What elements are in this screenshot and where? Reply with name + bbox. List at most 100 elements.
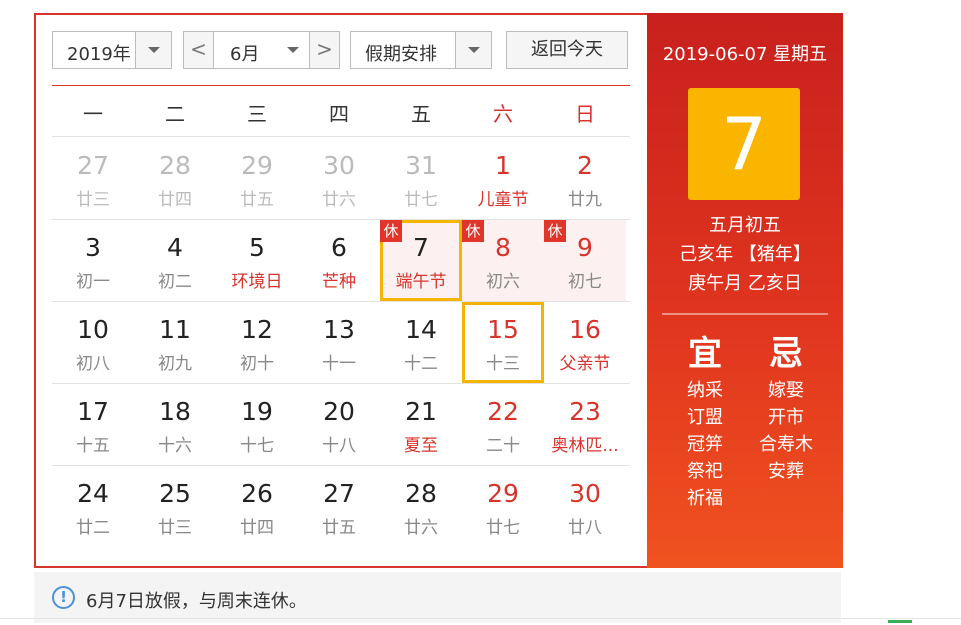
solar-term-label: 芒种 <box>322 272 356 292</box>
day-cell-today[interactable]: 15 十三 <box>462 302 544 383</box>
year-select-value: 2019年 <box>67 44 131 65</box>
month-dropdown-button[interactable] <box>275 32 309 68</box>
day-cell[interactable]: 2 廿九 <box>544 138 626 219</box>
day-cell[interactable]: 28 廿六 <box>380 466 462 547</box>
day-cell-selected[interactable]: 休 7 端午节 <box>380 220 462 301</box>
avoid-item: 开市 <box>768 407 804 428</box>
weekday-tue: 二 <box>165 102 185 126</box>
day-cell[interactable]: 16 父亲节 <box>544 302 626 383</box>
day-detail-panel: 2019-06-07 星期五 7 五月初五 己亥年 【猪年】 庚午月 乙亥日 宜… <box>647 13 843 568</box>
day-number: 15 <box>487 315 519 344</box>
year-dropdown-button[interactable] <box>135 32 171 68</box>
lunar-label: 十二 <box>404 354 438 374</box>
lunar-label: 廿七 <box>486 518 520 538</box>
day-number: 22 <box>487 397 519 426</box>
avoid-item: 安葬 <box>768 461 804 482</box>
year-ganzhi: 己亥年 【猪年】 <box>679 244 811 265</box>
year-select[interactable]: 2019年 <box>52 31 172 69</box>
holiday-note-bar: ! 6月7日放假，与周末连休。 <box>34 572 841 623</box>
day-cell[interactable]: 6 芒种 <box>298 220 380 301</box>
festival-label: 端午节 <box>395 272 447 292</box>
holiday-select-value: 假期安排 <box>365 44 437 65</box>
day-cell[interactable]: 休 9 初七 <box>544 220 626 301</box>
day-cell[interactable]: 10 初八 <box>52 302 134 383</box>
day-number: 21 <box>405 397 437 426</box>
prev-month-button[interactable]: < <box>184 32 214 68</box>
page-divider <box>0 618 961 619</box>
avoid-list: 忌 嫁娶 开市 合寿木 安葬 <box>746 331 826 485</box>
holiday-dropdown-button[interactable] <box>455 32 491 68</box>
festival-label: 儿童节 <box>477 190 529 210</box>
lunar-label: 初六 <box>486 272 520 292</box>
status-indicator <box>888 620 912 623</box>
day-number: 29 <box>241 151 273 180</box>
chevron-down-icon <box>468 47 480 53</box>
day-number: 12 <box>241 315 273 344</box>
lunar-date: 五月初五 <box>709 215 781 236</box>
day-cell[interactable]: 19 十七 <box>216 384 298 465</box>
day-number: 24 <box>77 479 109 508</box>
day-number: 29 <box>487 479 519 508</box>
weekday-wed: 三 <box>247 102 267 126</box>
weekday-thu: 四 <box>329 102 349 126</box>
day-number: 3 <box>85 233 101 262</box>
day-number: 10 <box>77 315 109 344</box>
suitable-item: 祭祀 <box>687 461 723 482</box>
festival-label: 父亲节 <box>559 354 611 374</box>
day-cell[interactable]: 休 8 初六 <box>462 220 544 301</box>
day-cell[interactable]: 18 十六 <box>134 384 216 465</box>
day-cell[interactable]: 31 廿七 <box>380 138 462 219</box>
day-cell[interactable]: 27 廿五 <box>298 466 380 547</box>
day-cell[interactable]: 13 十一 <box>298 302 380 383</box>
week-row: 24 廿二 25 廿三 26 廿四 27 廿五 28 廿六 29 廿七 30 廿八 <box>52 466 630 548</box>
day-number: 28 <box>405 479 437 508</box>
day-number: 30 <box>323 151 355 180</box>
day-cell[interactable]: 26 廿四 <box>216 466 298 547</box>
day-cell[interactable]: 1 儿童节 <box>462 138 544 219</box>
day-number: 27 <box>323 479 355 508</box>
day-cell[interactable]: 28 廿四 <box>134 138 216 219</box>
day-number: 5 <box>249 233 265 262</box>
day-cell[interactable]: 23 奥林匹... <box>544 384 626 465</box>
day-cell[interactable]: 30 廿八 <box>544 466 626 547</box>
day-number: 20 <box>323 397 355 426</box>
selected-date-text: 2019-06-07 星期五 <box>662 44 828 65</box>
next-month-button[interactable]: > <box>309 32 339 68</box>
lunar-label: 廿九 <box>568 190 602 210</box>
day-cell[interactable]: 29 廿七 <box>462 466 544 547</box>
day-number: 7 <box>413 233 429 262</box>
day-cell[interactable]: 11 初九 <box>134 302 216 383</box>
day-number: 31 <box>405 151 437 180</box>
day-cell[interactable]: 4 初二 <box>134 220 216 301</box>
lunar-label: 廿八 <box>568 518 602 538</box>
day-cell[interactable]: 21 夏至 <box>380 384 462 465</box>
day-cell[interactable]: 12 初十 <box>216 302 298 383</box>
day-cell[interactable]: 30 廿六 <box>298 138 380 219</box>
day-cell[interactable]: 17 十五 <box>52 384 134 465</box>
holiday-note-text: 6月7日放假，与周末连休。 <box>86 591 307 612</box>
day-cell[interactable]: 3 初一 <box>52 220 134 301</box>
day-cell[interactable]: 20 十八 <box>298 384 380 465</box>
lunar-label: 初二 <box>158 272 192 292</box>
holiday-select[interactable]: 假期安排 <box>350 31 492 69</box>
day-cell[interactable]: 27 廿三 <box>52 138 134 219</box>
day-cell[interactable]: 22 二十 <box>462 384 544 465</box>
month-day-ganzhi: 庚午月 乙亥日 <box>688 273 802 294</box>
day-cell[interactable]: 14 十二 <box>380 302 462 383</box>
lunar-label: 十六 <box>158 436 192 456</box>
day-cell[interactable]: 5 环境日 <box>216 220 298 301</box>
panel-divider <box>662 313 828 315</box>
month-select[interactable]: < 6月 > <box>183 31 340 69</box>
lunar-label: 初九 <box>158 354 192 374</box>
day-cell[interactable]: 25 廿三 <box>134 466 216 547</box>
day-cell[interactable]: 24 廿二 <box>52 466 134 547</box>
day-cell[interactable]: 29 廿五 <box>216 138 298 219</box>
solar-term-label: 夏至 <box>404 436 438 456</box>
lunar-label: 廿三 <box>76 190 110 210</box>
chevron-down-icon <box>287 47 299 53</box>
suitable-item: 冠笄 <box>687 434 723 455</box>
day-number: 16 <box>569 315 601 344</box>
back-to-today-button[interactable]: 返回今天 <box>506 31 628 69</box>
suitable-item: 祈福 <box>687 488 723 509</box>
lunar-label: 初七 <box>568 272 602 292</box>
